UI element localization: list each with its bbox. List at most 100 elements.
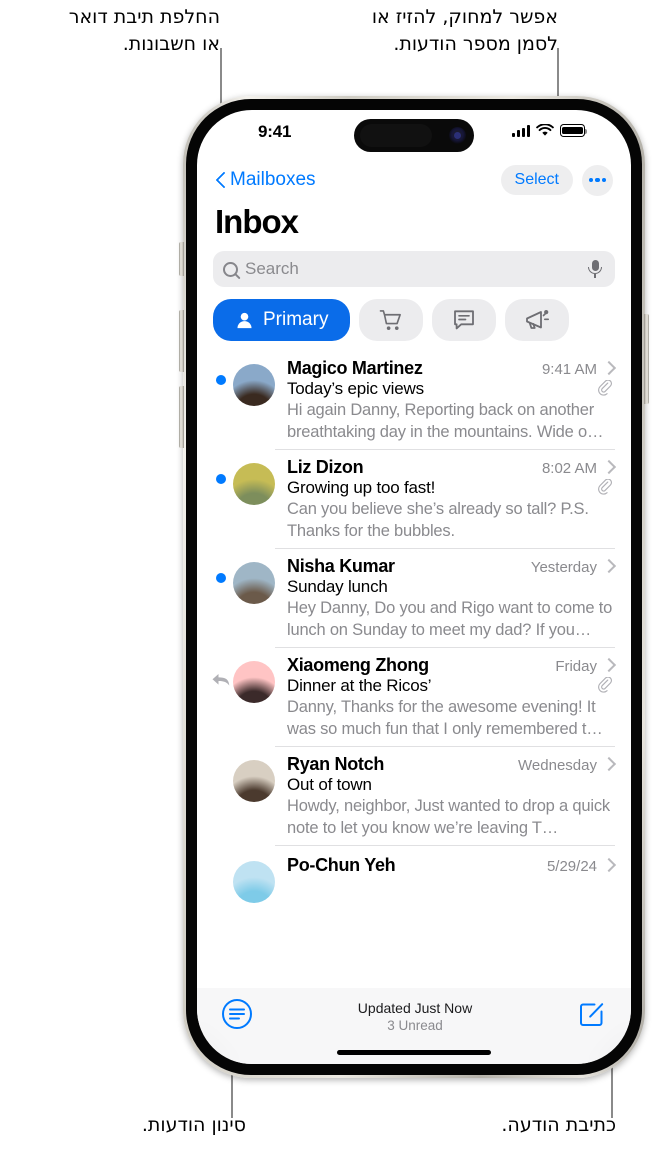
mailboxes-back-button[interactable]: Mailboxes [215, 169, 316, 191]
action-button[interactable] [179, 242, 184, 276]
annotated-screenshot: החלפת תיבת דואר או חשבונות. אפשר למחוק, … [0, 0, 668, 1162]
filter-icon[interactable] [221, 998, 253, 1030]
email-sender: Liz Dizon [287, 457, 364, 477]
avatar [233, 760, 275, 802]
email-subject: Out of town [287, 775, 372, 794]
attachment-icon [598, 380, 612, 396]
email-list[interactable]: Magico Martinez 9:41 AM Today’s epic views… [197, 351, 631, 903]
email-content: Ryan Notch Wednesday Out of town Howdy, nei… [287, 754, 615, 845]
annotation-mailboxes: החלפת תיבת דואר או חשבונות. [68, 6, 220, 55]
email-preview: Hi again Danny, Reporting back on anothe… [287, 401, 604, 441]
chat-bubble-icon [454, 310, 475, 330]
email-time: 5/29/24 [546, 858, 597, 875]
search-icon [223, 261, 238, 277]
email-sender: Nisha Kumar [287, 556, 395, 576]
chevron-right-icon [604, 657, 613, 671]
email-subject: Dinner at the Ricos’ [287, 676, 432, 695]
person-icon [237, 312, 252, 328]
email-row[interactable]: Liz Dizon 8:02 AM Growing up too fast! Can … [197, 450, 631, 548]
chevron-left-icon [215, 171, 226, 190]
email-content: Xiaomeng Zhong Friday Dinner at the Ricos’… [287, 655, 615, 746]
wifi-icon [536, 124, 554, 136]
volume-down-button[interactable] [179, 386, 184, 448]
email-subject-row: Out of town [287, 775, 613, 795]
compose-icon[interactable] [577, 998, 607, 1028]
email-header-row: Liz Dizon 8:02 AM [287, 457, 613, 478]
page-title: Inbox [215, 203, 299, 240]
chevron-right-icon [604, 857, 613, 871]
navigation-bar: Mailboxes Select [197, 158, 631, 202]
email-content: Po-Chun Yeh 5/29/24 [287, 855, 615, 903]
row-status-marker [209, 855, 233, 903]
volume-up-button[interactable] [179, 310, 184, 372]
email-row[interactable]: Po-Chun Yeh 5/29/24 [197, 846, 631, 903]
iphone-device-frame: 9:41 Mailboxes Select Inbox Search Prima… [179, 96, 649, 1078]
tab-transactions[interactable] [359, 299, 424, 341]
email-content: Nisha Kumar Yesterday Sunday lunch Hey Dann… [287, 556, 615, 647]
tab-updates[interactable] [432, 299, 497, 341]
row-status-marker [209, 358, 233, 449]
tab-primary[interactable]: Primary [213, 299, 351, 341]
email-header-row: Xiaomeng Zhong Friday [287, 655, 613, 676]
chevron-right-icon [604, 756, 613, 770]
dynamic-island-pill [360, 124, 432, 147]
microphone-icon[interactable] [585, 259, 605, 279]
back-button-label: Mailboxes [230, 169, 316, 190]
email-preview: Can you believe she’s already so tall? P… [287, 500, 589, 540]
email-time: 9:41 AM [541, 361, 597, 378]
email-subject-row: Dinner at the Ricos’ [287, 676, 613, 696]
email-sender: Ryan Notch [287, 754, 385, 774]
cart-icon [379, 309, 401, 330]
email-row[interactable]: Xiaomeng Zhong Friday Dinner at the Ricos’… [197, 648, 631, 746]
email-subject: Today’s epic views [287, 379, 424, 398]
attachment-icon [598, 677, 612, 693]
tab-promotions[interactable] [505, 299, 570, 341]
row-status-marker [209, 457, 233, 548]
home-indicator[interactable] [337, 1050, 491, 1055]
dynamic-island [354, 119, 474, 152]
annotation-filter: סינון הודעות. [141, 1114, 246, 1136]
email-preview: Howdy, neighbor, Just wanted to drop a q… [287, 797, 610, 837]
annotation-compose: כתיבת הודעה. [501, 1114, 616, 1136]
email-time: 8:02 AM [541, 460, 597, 477]
email-row[interactable]: Ryan Notch Wednesday Out of town Howdy, nei… [197, 747, 631, 845]
front-camera-icon [449, 127, 466, 144]
status-bar-clock: 9:41 [258, 122, 292, 141]
email-row[interactable]: Nisha Kumar Yesterday Sunday lunch Hey Dann… [197, 549, 631, 647]
email-sender: Magico Martinez [287, 358, 423, 378]
avatar [233, 562, 275, 604]
ellipsis-icon[interactable] [582, 164, 613, 196]
select-button[interactable]: Select [500, 165, 573, 195]
email-sender: Xiaomeng Zhong [287, 655, 429, 675]
battery-icon [560, 124, 588, 137]
email-subject: Sunday lunch [287, 577, 388, 596]
email-row[interactable]: Magico Martinez 9:41 AM Today’s epic views… [197, 351, 631, 449]
row-status-marker [209, 754, 233, 845]
power-button[interactable] [644, 314, 649, 404]
mail-app-screen: 9:41 Mailboxes Select Inbox Search Prima… [197, 110, 631, 1064]
email-header-row: Magico Martinez 9:41 AM [287, 358, 613, 379]
email-time: Friday [555, 658, 597, 675]
nav-bar-actions: Select [500, 164, 613, 196]
email-subject-row: Today’s epic views [287, 379, 613, 399]
email-content: Liz Dizon 8:02 AM Growing up too fast! Can … [287, 457, 615, 548]
search-input[interactable]: Search [213, 251, 615, 287]
annotation-select: אפשר למחוק, להזיז או לסמן מספר הודעות. [371, 6, 558, 55]
email-subject-row: Sunday lunch [287, 577, 613, 597]
email-subject-row: Growing up too fast! [287, 478, 613, 498]
avatar [233, 661, 275, 703]
email-header-row: Po-Chun Yeh 5/29/24 [287, 855, 613, 876]
unread-dot [216, 474, 226, 484]
avatar [233, 861, 275, 903]
category-filter-tabs: Primary [197, 287, 631, 351]
email-time: Wednesday [518, 757, 597, 774]
row-status-marker [209, 655, 233, 746]
tab-primary-label: Primary [263, 309, 329, 330]
device-bezel: 9:41 Mailboxes Select Inbox Search Prima… [186, 99, 642, 1075]
email-header-row: Ryan Notch Wednesday [287, 754, 613, 775]
email-header-row: Nisha Kumar Yesterday [287, 556, 613, 577]
unread-count: 3 Unread [387, 1018, 443, 1033]
search-placeholder: Search [245, 259, 299, 278]
avatar [233, 463, 275, 505]
megaphone-icon [526, 310, 550, 329]
